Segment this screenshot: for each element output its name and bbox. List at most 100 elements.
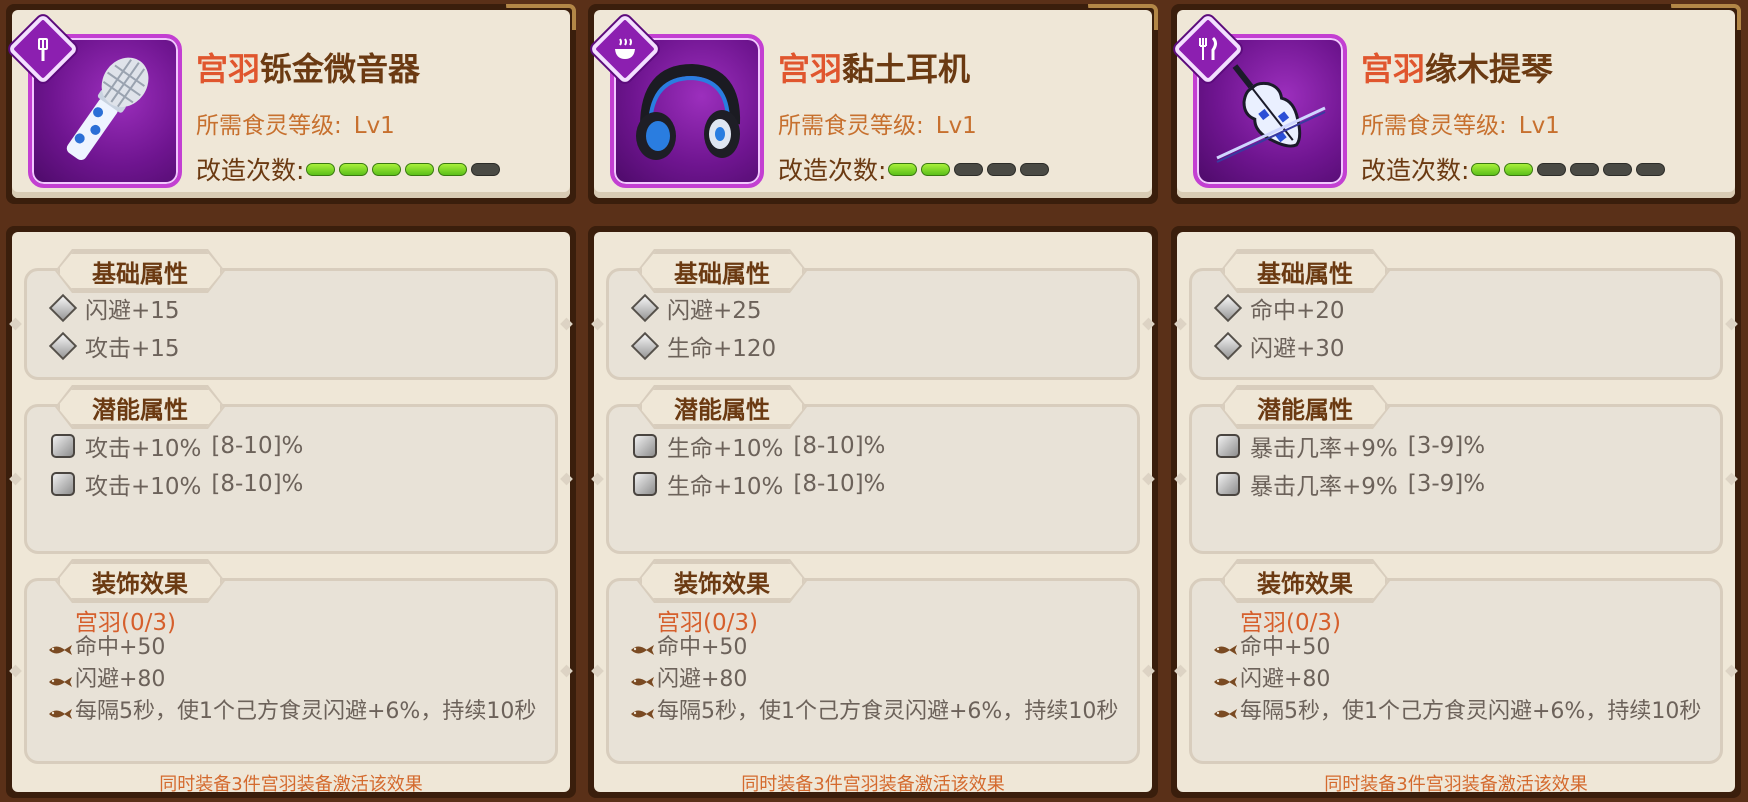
refine-pip-filled	[921, 162, 951, 176]
effect-row: 闪避+80	[47, 667, 165, 693]
refine-label: 改造次数:	[196, 156, 305, 185]
refine-pip-empty	[1570, 162, 1600, 176]
refine-count: 改造次数:	[778, 151, 1050, 187]
gem-slot-icon	[51, 472, 75, 496]
attribute-panel: 基础属性 命中+20 闪避+30 潜能属性 暴击几率+9% [3-9]% 暴击几率…	[1171, 226, 1741, 798]
level-value: Lv1	[353, 113, 395, 139]
decoration-effect-title: 装饰效果	[639, 561, 805, 601]
refine-pip-empty	[987, 162, 1017, 176]
basic-attributes-title: 基础属性	[639, 251, 805, 291]
refine-pip-filled	[438, 162, 468, 176]
diamond-icon	[630, 293, 660, 323]
refine-pips	[306, 162, 501, 176]
potential-attribute-row: 暴击几率+9% [3-9]%	[1214, 467, 1485, 501]
item-title: 宫羽铄金微音器	[196, 44, 420, 90]
refine-pip-filled	[306, 162, 336, 176]
potential-attribute-row: 生命+10% [8-10]%	[631, 467, 885, 501]
fish-bullet-icon	[49, 709, 72, 719]
potential-attribute-row: 生命+10% [8-10]%	[631, 429, 885, 463]
refine-pip-empty	[471, 162, 501, 176]
set-name: 宫羽(0/3)	[1240, 610, 1341, 636]
refine-pips	[1471, 162, 1666, 176]
basic-attribute-row: 生命+120	[630, 329, 776, 363]
potential-attribute-row: 攻击+10% [8-10]%	[49, 429, 303, 463]
level-label: 所需食灵等级:	[1361, 113, 1507, 139]
basic-attribute-row: 命中+20	[1213, 291, 1345, 325]
level-label: 所需食灵等级:	[778, 113, 924, 139]
set-activation-note: 同时装备3件宫羽装备激活该效果	[1324, 774, 1588, 795]
effect-row: 命中+50	[629, 635, 747, 661]
basic-attributes-title: 基础属性	[57, 251, 223, 291]
refine-pip-filled	[372, 162, 402, 176]
equipment-column-1: 宫羽铄金微音器 所需食灵等级: Lv1 改造次数: 基础属性 闪避+15 攻击+1…	[0, 0, 582, 802]
refine-label: 改造次数:	[1361, 156, 1470, 185]
diamond-icon	[630, 331, 660, 361]
effect-row: 闪避+80	[629, 667, 747, 693]
basic-attributes-title: 基础属性	[1222, 251, 1388, 291]
diamond-icon	[48, 293, 78, 323]
item-set-prefix: 宫羽	[196, 50, 261, 88]
refine-pip-empty	[1020, 162, 1050, 176]
item-card[interactable]: 宫羽缘木提琴 所需食灵等级: Lv1 改造次数:	[1171, 4, 1741, 204]
refine-pip-filled	[1504, 162, 1534, 176]
item-card[interactable]: 宫羽铄金微音器 所需食灵等级: Lv1 改造次数:	[6, 4, 576, 204]
effect-row: 每隔5秒，使1个己方食灵闪避+6%，持续10秒	[47, 699, 569, 725]
diamond-icon	[48, 331, 78, 361]
gem-slot-icon	[1216, 472, 1240, 496]
attribute-panel: 基础属性 闪避+15 攻击+15 潜能属性 攻击+10% [8-10]% 攻击+1…	[6, 226, 576, 798]
refine-pips	[888, 162, 1050, 176]
item-name: 铄金微音器	[260, 50, 421, 88]
item-set-prefix: 宫羽	[778, 50, 843, 88]
basic-attribute-row: 闪避+25	[630, 291, 762, 325]
decoration-effect-title: 装饰效果	[1222, 561, 1388, 601]
microphone-icon	[42, 48, 168, 174]
item-title: 宫羽黏土耳机	[778, 44, 970, 90]
refine-label: 改造次数:	[778, 156, 887, 185]
refine-pip-filled	[888, 162, 918, 176]
refine-pip-empty	[954, 162, 984, 176]
basic-attributes-section: 基础属性 闪避+15 攻击+15	[9, 249, 573, 380]
potential-attributes-section: 潜能属性 攻击+10% [8-10]% 攻击+10% [8-10]%	[9, 385, 573, 554]
equipment-column-2: 宫羽黏土耳机 所需食灵等级: Lv1 改造次数: 基础属性 闪避+25 生命+12…	[582, 0, 1164, 802]
potential-attributes-title: 潜能属性	[1222, 387, 1388, 427]
basic-attributes-section: 基础属性 命中+20 闪避+30	[1174, 249, 1738, 380]
item-card[interactable]: 宫羽黏土耳机 所需食灵等级: Lv1 改造次数:	[588, 4, 1158, 204]
required-level: 所需食灵等级: Lv1	[196, 106, 395, 140]
refine-pip-empty	[1603, 162, 1633, 176]
violin-icon	[1207, 48, 1333, 174]
refine-pip-filled	[405, 162, 435, 176]
effect-row: 命中+50	[1212, 635, 1330, 661]
fish-bullet-icon	[49, 645, 72, 655]
refine-count: 改造次数:	[196, 151, 501, 187]
decoration-effect-section: 装饰效果 宫羽(0/3) 命中+50 闪避+80 每隔5秒，使1个己方食灵闪避+…	[591, 559, 1155, 764]
fish-bullet-icon	[631, 677, 654, 687]
gem-slot-icon	[51, 434, 75, 458]
corner-ornament	[506, 4, 576, 30]
diamond-icon	[1213, 331, 1243, 361]
gem-slot-icon	[633, 434, 657, 458]
headphones-icon	[624, 48, 750, 174]
corner-ornament	[1671, 4, 1741, 30]
required-level: 所需食灵等级: Lv1	[778, 106, 977, 140]
decoration-effect-section: 装饰效果 宫羽(0/3) 命中+50 闪避+80 每隔5秒，使1个己方食灵闪避+…	[9, 559, 573, 764]
potential-attributes-title: 潜能属性	[57, 387, 223, 427]
refine-count: 改造次数:	[1361, 151, 1666, 187]
effect-row: 闪避+80	[1212, 667, 1330, 693]
set-activation-note: 同时装备3件宫羽装备激活该效果	[159, 774, 423, 795]
basic-attribute-row: 攻击+15	[48, 329, 180, 363]
fish-bullet-icon	[631, 645, 654, 655]
decoration-effect-section: 装饰效果 宫羽(0/3) 命中+50 闪避+80 每隔5秒，使1个己方食灵闪避+…	[1174, 559, 1738, 764]
potential-attributes-section: 潜能属性 暴击几率+9% [3-9]% 暴击几率+9% [3-9]%	[1174, 385, 1738, 554]
gem-slot-icon	[633, 472, 657, 496]
effect-row: 每隔5秒，使1个己方食灵闪避+6%，持续10秒	[1212, 699, 1734, 725]
equipment-column-3: 宫羽缘木提琴 所需食灵等级: Lv1 改造次数: 基础属性 命中+20 闪避+30…	[1165, 0, 1747, 802]
basic-attributes-section: 基础属性 闪避+25 生命+120	[591, 249, 1155, 380]
fish-bullet-icon	[1214, 709, 1237, 719]
potential-attributes-section: 潜能属性 生命+10% [8-10]% 生命+10% [8-10]%	[591, 385, 1155, 554]
decoration-effect-title: 装饰效果	[57, 561, 223, 601]
refine-pip-filled	[339, 162, 369, 176]
potential-attribute-row: 攻击+10% [8-10]%	[49, 467, 303, 501]
fish-bullet-icon	[49, 677, 72, 687]
fish-bullet-icon	[1214, 677, 1237, 687]
level-value: Lv1	[1518, 113, 1560, 139]
